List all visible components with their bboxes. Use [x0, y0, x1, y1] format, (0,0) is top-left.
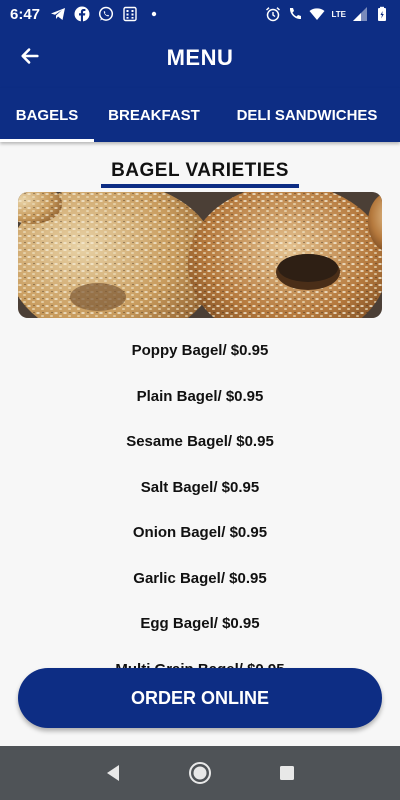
status-bar: 6:47 LTE: [0, 0, 400, 28]
list-item[interactable]: Poppy Bagel/ $0.95: [0, 328, 400, 374]
lte-signal-icon: [352, 6, 368, 22]
list-item[interactable]: Sesame Bagel/ $0.95: [0, 419, 400, 465]
bagel-list: Poppy Bagel/ $0.95 Plain Bagel/ $0.95 Se…: [0, 328, 400, 692]
notification-icons: [50, 6, 162, 22]
list-item[interactable]: Onion Bagel/ $0.95: [0, 510, 400, 556]
list-item[interactable]: Garlic Bagel/ $0.95: [0, 556, 400, 602]
section-title: BAGEL VARIETIES: [101, 160, 299, 188]
dot-icon: [146, 6, 162, 22]
recents-square-icon[interactable]: [272, 758, 302, 788]
wifi-icon: [309, 6, 325, 22]
back-button[interactable]: [14, 42, 46, 74]
list-item[interactable]: Salt Bagel/ $0.95: [0, 465, 400, 511]
facebook-icon: [74, 6, 90, 22]
lte-label: LTE: [331, 9, 346, 19]
telegram-icon: [50, 6, 66, 22]
list-item[interactable]: Egg Bagel/ $0.95: [0, 601, 400, 647]
calculator-icon: [122, 6, 138, 22]
lte-call-icon: [287, 6, 303, 22]
app-bar: MENU: [0, 28, 400, 88]
section-header: BAGEL VARIETIES: [0, 160, 400, 188]
alarm-icon: [265, 6, 281, 22]
back-triangle-icon[interactable]: [98, 758, 128, 788]
battery-icon: [374, 6, 390, 22]
whatsapp-icon: [98, 6, 114, 22]
page-title: MENU: [166, 45, 234, 70]
menu-content[interactable]: BAGEL VARIETIES Poppy Bagel/ $0.95 Plain…: [0, 142, 400, 746]
status-time: 6:47: [10, 5, 41, 23]
tab-bagels[interactable]: BAGELS: [0, 88, 94, 142]
home-circle-icon[interactable]: [185, 758, 215, 788]
category-tabs: BAGELS BREAKFAST DELI SANDWICHES: [0, 88, 400, 142]
tab-deli-sandwiches[interactable]: DELI SANDWICHES: [214, 88, 400, 142]
tab-breakfast[interactable]: BREAKFAST: [94, 88, 214, 142]
system-nav-bar: [0, 746, 400, 800]
arrow-left-icon: [19, 45, 41, 72]
order-online-button[interactable]: ORDER ONLINE: [18, 668, 382, 728]
list-item[interactable]: Plain Bagel/ $0.95: [0, 374, 400, 420]
bagel-photo: [18, 192, 382, 318]
system-icons: LTE: [265, 6, 390, 22]
